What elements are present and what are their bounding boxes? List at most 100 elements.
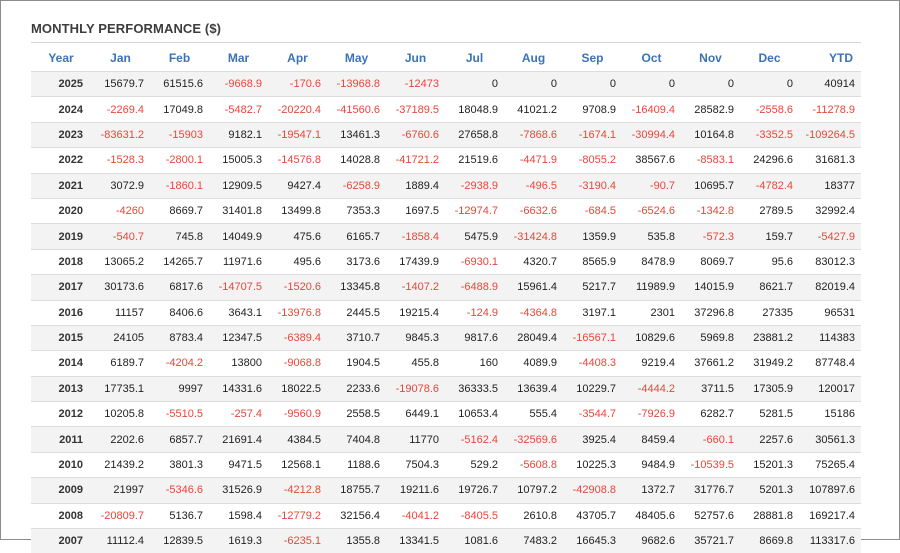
month-value-cell: 27658.8 [445, 122, 504, 147]
month-value-cell: 10205.8 [91, 402, 150, 427]
month-value-cell: 4089.9 [504, 351, 563, 376]
month-value-cell: -19547.1 [268, 122, 327, 147]
month-value-cell: 21691.4 [209, 427, 268, 452]
month-value-cell: 37296.8 [681, 300, 740, 325]
year-cell: 2024 [31, 97, 91, 122]
month-value-cell: -5608.8 [504, 452, 563, 477]
year-cell: 2019 [31, 224, 91, 249]
month-value-cell: -19078.6 [386, 376, 445, 401]
ytd-cell: 169217.4 [799, 503, 861, 528]
ytd-cell: -11278.9 [799, 97, 861, 122]
month-value-cell: 495.6 [268, 249, 327, 274]
month-value-cell: -5482.7 [209, 97, 268, 122]
month-value-cell: 9845.3 [386, 325, 445, 350]
month-value-cell: 13499.8 [268, 198, 327, 223]
month-value-cell: 19726.7 [445, 478, 504, 503]
column-header-jul: Jul [445, 45, 504, 72]
month-value-cell: 13345.8 [327, 275, 386, 300]
year-cell: 2023 [31, 122, 91, 147]
month-value-cell: 15679.7 [91, 72, 150, 97]
month-value-cell: 7504.3 [386, 452, 445, 477]
month-value-cell: 9484.9 [622, 452, 681, 477]
year-cell: 2010 [31, 452, 91, 477]
month-value-cell: -660.1 [681, 427, 740, 452]
performance-panel: MONTHLY PERFORMANCE ($) YearJanFebMarApr… [0, 0, 900, 540]
month-value-cell: 5969.8 [681, 325, 740, 350]
month-value-cell: 10829.6 [622, 325, 681, 350]
month-value-cell: -6632.6 [504, 198, 563, 223]
month-value-cell: -1858.4 [386, 224, 445, 249]
month-value-cell: -30994.4 [622, 122, 681, 147]
year-cell: 2011 [31, 427, 91, 452]
column-header-oct: Oct [622, 45, 681, 72]
month-value-cell: 12839.5 [150, 529, 209, 553]
month-value-cell: -41560.6 [327, 97, 386, 122]
month-value-cell: -3544.7 [563, 402, 622, 427]
ytd-cell: 40914 [799, 72, 861, 97]
month-value-cell: -4260 [91, 198, 150, 223]
month-value-cell: -4204.2 [150, 351, 209, 376]
month-value-cell: -3352.5 [740, 122, 799, 147]
month-value-cell: -12779.2 [268, 503, 327, 528]
column-header-feb: Feb [150, 45, 209, 72]
month-value-cell: 21997 [91, 478, 150, 503]
month-value-cell: 28881.8 [740, 503, 799, 528]
ytd-cell: 30561.3 [799, 427, 861, 452]
month-value-cell: 48405.6 [622, 503, 681, 528]
column-header-sep: Sep [563, 45, 622, 72]
month-value-cell: 529.2 [445, 452, 504, 477]
month-value-cell: 475.6 [268, 224, 327, 249]
month-value-cell: 9182.1 [209, 122, 268, 147]
table-row: 2024-2269.417049.8-5482.7-20220.4-41560.… [31, 97, 861, 122]
month-value-cell: 10229.7 [563, 376, 622, 401]
month-value-cell: 8669.8 [740, 529, 799, 553]
month-value-cell: 17735.1 [91, 376, 150, 401]
month-value-cell: -4212.8 [268, 478, 327, 503]
table-row: 201021439.23801.39471.512568.11188.67504… [31, 452, 861, 477]
month-value-cell: 8459.4 [622, 427, 681, 452]
year-cell: 2008 [31, 503, 91, 528]
table-row: 201210205.8-5510.5-257.4-9560.92558.5644… [31, 402, 861, 427]
month-value-cell: 7404.8 [327, 427, 386, 452]
table-row: 2008-20809.75136.71598.4-12779.232156.4-… [31, 503, 861, 528]
month-value-cell: 52757.6 [681, 503, 740, 528]
month-value-cell: -5346.6 [150, 478, 209, 503]
month-value-cell: -37189.5 [386, 97, 445, 122]
month-value-cell: 23881.2 [740, 325, 799, 350]
month-value-cell: 12347.5 [209, 325, 268, 350]
month-value-cell: -13968.8 [327, 72, 386, 97]
month-value-cell: 10797.2 [504, 478, 563, 503]
title-divider [31, 42, 861, 43]
month-value-cell: 13800 [209, 351, 268, 376]
month-value-cell: 0 [563, 72, 622, 97]
ytd-cell: 120017 [799, 376, 861, 401]
table-row: 201730173.66817.6-14707.5-1520.613345.8-… [31, 275, 861, 300]
month-value-cell: 19211.6 [386, 478, 445, 503]
month-value-cell: 11971.6 [209, 249, 268, 274]
month-value-cell: 19215.4 [386, 300, 445, 325]
table-body: 202515679.761515.6-9668.9-170.6-13968.8-… [31, 72, 861, 553]
month-value-cell: -1407.2 [386, 275, 445, 300]
month-value-cell: 2301 [622, 300, 681, 325]
month-value-cell: 3643.1 [209, 300, 268, 325]
month-value-cell: -1342.8 [681, 198, 740, 223]
month-value-cell: 18048.9 [445, 97, 504, 122]
month-value-cell: -257.4 [209, 402, 268, 427]
month-value-cell: 1081.6 [445, 529, 504, 553]
month-value-cell: 1359.9 [563, 224, 622, 249]
month-value-cell: -6258.9 [327, 173, 386, 198]
month-value-cell: 2558.5 [327, 402, 386, 427]
month-value-cell: -32569.6 [504, 427, 563, 452]
month-value-cell: 2202.6 [91, 427, 150, 452]
table-row: 202515679.761515.6-9668.9-170.6-13968.8-… [31, 72, 861, 97]
month-value-cell: -6488.9 [445, 275, 504, 300]
ytd-cell: 96531 [799, 300, 861, 325]
month-value-cell: 36333.5 [445, 376, 504, 401]
column-header-dec: Dec [740, 45, 799, 72]
month-value-cell: 4320.7 [504, 249, 563, 274]
month-value-cell: -31424.8 [504, 224, 563, 249]
month-value-cell: 41021.2 [504, 97, 563, 122]
month-value-cell: 0 [622, 72, 681, 97]
ytd-cell: -5427.9 [799, 224, 861, 249]
month-value-cell: 9471.5 [209, 452, 268, 477]
